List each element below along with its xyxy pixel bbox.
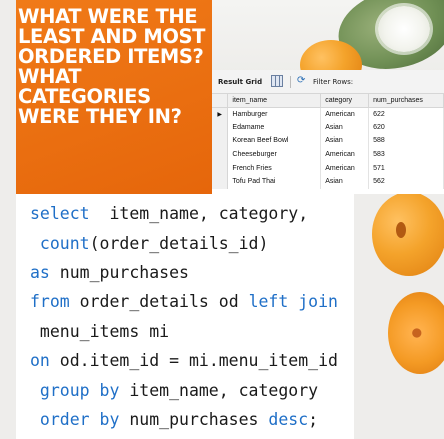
code-line: menu_items mi (30, 322, 169, 342)
result-grid-toolbar: Result Grid ⟳ Filter Rows: (212, 70, 444, 94)
sql-text: menu_items mi (30, 322, 170, 341)
row-gutter (212, 120, 229, 135)
sql-text: ; (308, 410, 319, 429)
code-line: order by num_purchases desc; (30, 410, 318, 430)
title-line: WHAT WERE THE (18, 5, 198, 28)
cell-item-name[interactable]: Tofu Pad Thai (227, 174, 322, 189)
cell-item-name[interactable]: Hamburger (227, 107, 322, 121)
column-header-num-purchases[interactable]: num_purchases (368, 94, 444, 108)
title-line: LEAST AND MOST (18, 25, 206, 48)
sql-keyword: on (30, 351, 50, 370)
sql-keyword: from (30, 292, 70, 311)
cell-num-purchases[interactable]: 588 (368, 134, 444, 148)
title-line: ORDERED ITEMS? (18, 45, 204, 68)
cell-num-purchases[interactable]: 622 (368, 107, 444, 121)
result-grid-tab[interactable]: Result Grid (218, 78, 262, 86)
cell-category[interactable]: Asian (320, 120, 370, 135)
code-line: count(order_details_id) (30, 234, 269, 254)
table-row[interactable]: Korean Beef Bowl Asian 588 (212, 134, 444, 148)
sql-text: num_purchases (49, 263, 189, 282)
title-line: WHAT CATEGORIES (18, 65, 151, 108)
cell-num-purchases[interactable]: 562 (368, 174, 444, 189)
sql-text: item_name, category (119, 381, 319, 400)
toolbar-divider (290, 76, 291, 88)
sql-keyword: count (30, 234, 90, 253)
sql-text: order_details od (69, 292, 249, 311)
cell-category[interactable]: American (320, 161, 370, 175)
table-row[interactable]: Tofu Pad Thai Asian 562 (212, 174, 444, 189)
sql-text: num_purchases (119, 410, 269, 429)
sql-keyword: desc (268, 410, 309, 429)
sql-keyword: left join (248, 292, 338, 311)
flower-image (378, 6, 430, 52)
table-row[interactable]: French Fries American 571 (212, 161, 444, 175)
column-header-item-name[interactable]: item_name (227, 94, 322, 108)
cell-num-purchases[interactable]: 583 (368, 147, 444, 162)
row-gutter-header (212, 94, 229, 108)
code-line: select item_name, category, (30, 204, 308, 224)
code-line: group by item_name, category (30, 381, 318, 401)
cell-item-name[interactable]: French Fries (227, 161, 322, 175)
filter-rows-label[interactable]: Filter Rows: (313, 78, 353, 86)
cell-item-name[interactable]: Edamame (227, 120, 322, 135)
refresh-icon[interactable]: ⟳ (297, 76, 305, 86)
result-grid-panel: Result Grid ⟳ Filter Rows: item_name cat… (212, 70, 444, 194)
sql-text: (order_details_id) (89, 234, 269, 253)
row-gutter (212, 174, 229, 189)
cell-item-name[interactable]: Korean Beef Bowl (227, 134, 322, 148)
question-title: WHAT WERE THE LEAST AND MOST ORDERED ITE… (18, 7, 208, 127)
cell-item-name[interactable]: Cheeseburger (227, 147, 322, 162)
apricot-half-image (388, 292, 444, 374)
code-line: as num_purchases (30, 263, 189, 283)
apricot-stem (396, 222, 406, 238)
cell-num-purchases[interactable]: 620 (368, 120, 444, 135)
result-table: item_name category num_purchases ▶ Hambu… (212, 94, 444, 189)
grid-view-icon[interactable] (271, 75, 283, 87)
cell-category[interactable]: American (320, 147, 370, 162)
sql-code-panel: select item_name, category, count(order_… (16, 194, 354, 439)
cell-category[interactable]: Asian (320, 134, 370, 148)
sql-keyword: order by (30, 410, 120, 429)
sql-keyword: as (30, 263, 50, 282)
apricot-image (372, 192, 444, 276)
slide: WHAT WERE THE LEAST AND MOST ORDERED ITE… (0, 0, 444, 439)
row-gutter (212, 147, 229, 162)
table-row[interactable]: Cheeseburger American 583 (212, 147, 444, 162)
row-gutter (212, 161, 229, 175)
code-line: from order_details od left join (30, 292, 338, 312)
sql-text: od.item_id = mi.menu_item_id (49, 351, 338, 370)
row-gutter (212, 134, 229, 148)
cell-category[interactable]: American (320, 107, 370, 121)
sql-keyword: select (30, 204, 90, 223)
table-header-row: item_name category num_purchases (212, 94, 444, 108)
current-row-indicator: ▶ (212, 107, 229, 121)
table-row[interactable]: ▶ Hamburger American 622 (212, 107, 444, 121)
sql-keyword: group by (30, 381, 120, 400)
cell-category[interactable]: Asian (320, 174, 370, 189)
code-line: on od.item_id = mi.menu_item_id (30, 351, 338, 371)
table-row[interactable]: Edamame Asian 620 (212, 120, 444, 135)
sql-text: item_name, category, (89, 204, 309, 223)
column-header-category[interactable]: category (320, 94, 370, 108)
cell-num-purchases[interactable]: 571 (368, 161, 444, 175)
title-line: WERE THEY IN? (18, 105, 182, 128)
